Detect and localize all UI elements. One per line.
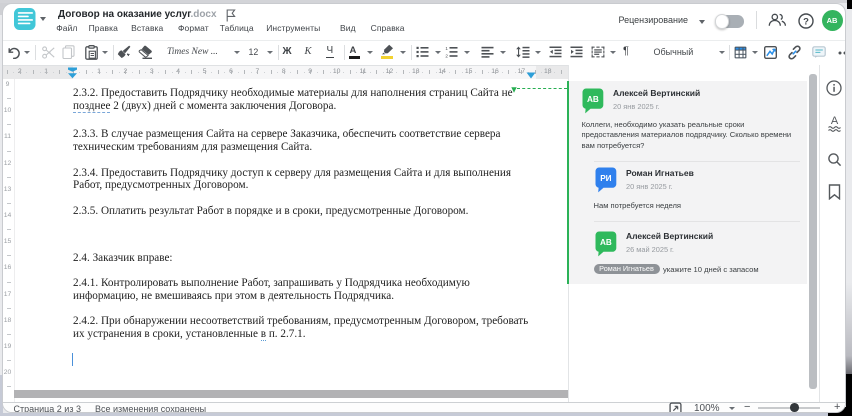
svg-text:РИ: РИ bbox=[600, 174, 611, 183]
svg-text:1: 1 bbox=[445, 46, 448, 51]
svg-text:АВ: АВ bbox=[586, 95, 598, 104]
svg-text:А: А bbox=[831, 115, 839, 127]
svg-text:АВ: АВ bbox=[600, 238, 612, 247]
svg-text:2: 2 bbox=[445, 54, 448, 58]
svg-text:?: ? bbox=[803, 16, 809, 27]
